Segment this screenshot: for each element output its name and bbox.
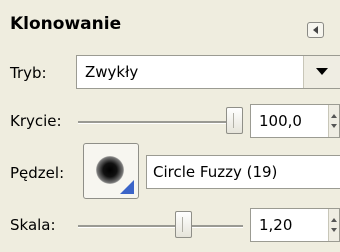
opacity-label: Krycie:	[10, 112, 62, 130]
collapse-left-icon[interactable]	[307, 22, 324, 38]
scale-label: Skala:	[10, 216, 56, 234]
opacity-slider-handle[interactable]	[226, 107, 243, 134]
mode-dropdown[interactable]: Zwykły	[76, 55, 340, 89]
scale-slider-track[interactable]	[78, 225, 243, 228]
mode-label: Tryb:	[10, 64, 47, 82]
panel-title: Klonowanie	[10, 14, 122, 34]
opacity-spinbox[interactable]: 100,0	[250, 104, 340, 138]
brush-name-text: Circle Fuzzy (19)	[153, 163, 278, 181]
scale-value: 1,20	[259, 216, 293, 234]
panel-header: Klonowanie	[0, 0, 340, 48]
expand-corner-icon	[120, 180, 134, 194]
brush-name-field[interactable]: Circle Fuzzy (19)	[146, 155, 340, 189]
scale-spinbox[interactable]: 1,20	[250, 208, 340, 242]
spin-arrows-icon[interactable]	[328, 209, 339, 241]
mode-value: Zwykły	[85, 63, 139, 81]
brush-label: Pędzel:	[10, 164, 65, 182]
opacity-slider-track[interactable]	[78, 121, 243, 124]
brush-preview-button[interactable]	[83, 143, 139, 199]
scale-slider-handle[interactable]	[175, 211, 192, 238]
opacity-value: 100,0	[259, 112, 302, 130]
spin-arrows-icon[interactable]	[328, 105, 339, 137]
dropdown-arrow-icon[interactable]	[303, 56, 340, 88]
